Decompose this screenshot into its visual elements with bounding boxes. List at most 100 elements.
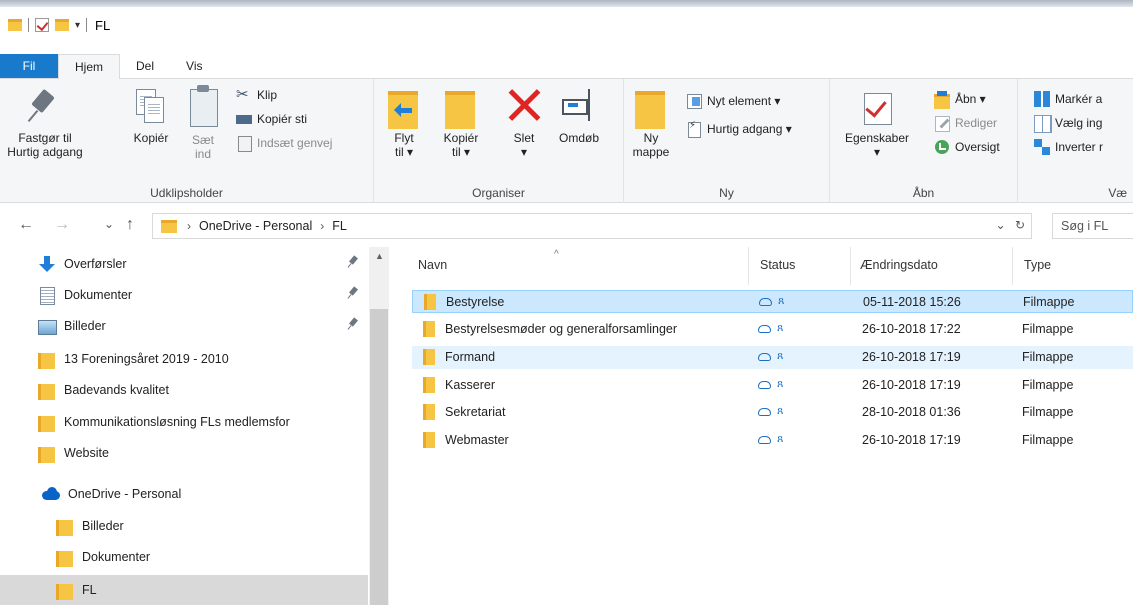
breadcrumb-fl[interactable]: FL xyxy=(332,219,347,233)
nav-item-label: Website xyxy=(64,446,109,460)
refresh-icon[interactable]: ↻ xyxy=(1015,218,1025,232)
new-folder-qat-icon[interactable] xyxy=(55,19,69,31)
column-header-type[interactable]: Type xyxy=(1024,247,1124,285)
scroll-up-icon[interactable]: ▲ xyxy=(375,251,384,261)
tab-home[interactable]: Hjem xyxy=(58,54,121,79)
breadcrumb-separator[interactable]: › xyxy=(320,219,324,233)
folder-icon xyxy=(38,445,56,463)
select-none-icon xyxy=(1034,115,1052,133)
copy-to-button[interactable]: Kopiér til ▾ xyxy=(438,85,484,159)
column-header-date[interactable]: Ændringsdato xyxy=(860,247,1010,285)
new-item-button[interactable]: Nyt element ▾ xyxy=(686,91,780,111)
table-row[interactable]: Sekretariat ጸ 28-10-2018 01:36 Filmappe xyxy=(412,401,1133,424)
nav-item-downloads[interactable]: Overførsler xyxy=(38,251,368,277)
select-all-button[interactable]: Markér a xyxy=(1034,89,1102,109)
nav-item-folder[interactable]: Billeder xyxy=(56,513,386,539)
table-row[interactable]: Kasserer ጸ 26-10-2018 17:19 Filmappe xyxy=(412,374,1133,397)
folder-icon xyxy=(56,582,74,600)
nav-item-folder[interactable]: Dokumenter xyxy=(56,544,386,570)
nav-item-label: Billeder xyxy=(64,319,106,333)
table-row[interactable]: Webmaster ጸ 26-10-2018 17:19 Filmappe xyxy=(412,429,1133,452)
column-divider[interactable] xyxy=(748,247,749,285)
delete-dropdown-icon[interactable]: ▾ xyxy=(504,145,544,159)
nav-item-folder[interactable]: Badevands kvalitet xyxy=(38,377,368,403)
cloud-shared-status-icon: ጸ xyxy=(758,405,792,419)
file-name: Bestyrelsesmøder og generalforsamlinger xyxy=(445,322,678,336)
easy-access-label: Hurtig adgang ▾ xyxy=(707,122,792,136)
pin-to-quick-access-button[interactable]: Fastgør til Hurtig adgang xyxy=(6,85,84,159)
folder-icon xyxy=(423,377,435,393)
select-none-label: Vælg ing xyxy=(1055,116,1103,130)
nav-item-label: Overførsler xyxy=(64,257,127,271)
open-button[interactable]: Åbn ▾ xyxy=(934,89,986,109)
properties-label: Egenskaber xyxy=(844,131,910,145)
history-button[interactable]: Oversigt xyxy=(934,137,1000,157)
nav-item-folder[interactable]: Kommunikationsløsning FLs medlemsfor xyxy=(38,409,368,435)
nav-item-fl[interactable]: FL xyxy=(0,575,368,605)
properties-button[interactable]: Egenskaber ▾ xyxy=(842,85,912,159)
new-folder-icon xyxy=(635,85,667,129)
download-icon xyxy=(38,256,56,272)
address-controls: ⌄ ↻ xyxy=(996,218,1025,232)
edit-button[interactable]: Rediger xyxy=(934,113,997,133)
up-icon[interactable]: ↑ xyxy=(126,216,134,234)
breadcrumb-separator[interactable]: › xyxy=(187,219,191,233)
back-icon[interactable]: ← xyxy=(18,216,34,234)
customize-qat-dropdown-icon[interactable]: ▾ xyxy=(75,20,80,31)
file-date: 05-11-2018 15:26 xyxy=(863,295,961,309)
nav-item-label: Badevands kvalitet xyxy=(64,383,169,397)
rename-button[interactable]: Omdøb xyxy=(554,85,604,145)
recent-locations-icon[interactable]: ⌄ xyxy=(104,217,114,231)
file-date: 26-10-2018 17:19 xyxy=(862,378,961,392)
folder-icon xyxy=(38,351,56,369)
window-title: FL xyxy=(95,17,111,33)
separator xyxy=(28,18,29,32)
copy-path-button[interactable]: Kopiér sti xyxy=(236,109,307,129)
nav-item-documents[interactable]: Dokumenter xyxy=(38,282,368,308)
properties-dropdown-icon[interactable]: ▾ xyxy=(842,145,912,159)
table-row[interactable]: Bestyrelsesmøder og generalforsamlinger … xyxy=(412,318,1133,341)
tab-view[interactable]: Vis xyxy=(170,54,218,78)
table-row[interactable]: Bestyrelse ጸ 05-11-2018 15:26 Filmappe xyxy=(412,290,1133,313)
nav-item-folder[interactable]: 13 Foreningsåret 2019 - 2010 xyxy=(38,346,368,372)
forward-icon[interactable]: → xyxy=(54,216,70,234)
invert-selection-button[interactable]: Inverter r xyxy=(1034,137,1103,157)
nav-item-label: FL xyxy=(82,583,97,597)
nav-item-pictures[interactable]: Billeder xyxy=(38,313,368,339)
pin-icon xyxy=(28,85,62,125)
file-name: Sekretariat xyxy=(445,405,506,419)
new-folder-label-line1: Ny xyxy=(643,131,659,145)
organize-group: Flyt til ▾ Kopiér til ▾ Slet ▾ Omdøb Org… xyxy=(374,79,624,203)
breadcrumb-onedrive[interactable]: OneDrive - Personal xyxy=(199,219,312,233)
file-name: Kasserer xyxy=(445,378,496,392)
clipboard-group-label: Udklipsholder xyxy=(150,186,223,200)
cut-button[interactable]: Klip xyxy=(236,85,277,105)
background-window-strip xyxy=(0,0,1133,7)
paste-shortcut-button[interactable]: Indsæt genvej xyxy=(236,133,332,153)
nav-item-onedrive[interactable]: OneDrive - Personal xyxy=(42,481,372,507)
select-none-button[interactable]: Vælg ing xyxy=(1034,113,1102,133)
new-item-label: Nyt element ▾ xyxy=(707,94,781,108)
column-header-status[interactable]: Status xyxy=(760,247,840,285)
address-bar[interactable]: › OneDrive - Personal › FL ⌄ ↻ xyxy=(152,213,1032,239)
table-row[interactable]: Formand ጸ 26-10-2018 17:19 Filmappe xyxy=(412,346,1133,369)
column-divider[interactable] xyxy=(850,247,851,285)
column-header-name[interactable]: Navn xyxy=(418,247,748,285)
paste-button[interactable]: Sæt ind xyxy=(186,85,220,161)
nav-item-folder[interactable]: Website xyxy=(38,440,368,466)
address-dropdown-icon[interactable]: ⌄ xyxy=(996,218,1006,232)
delete-button[interactable]: Slet ▾ xyxy=(504,85,544,159)
copy-button[interactable]: Kopiér xyxy=(128,85,174,145)
file-date: 28-10-2018 01:36 xyxy=(862,405,961,419)
nav-scrollbar[interactable]: ▲ xyxy=(369,247,389,605)
tab-file[interactable]: Fil xyxy=(0,54,58,78)
search-input[interactable]: Søg i FL xyxy=(1052,213,1133,239)
new-folder-button[interactable]: Ny mappe xyxy=(630,85,672,159)
tab-share[interactable]: Del xyxy=(120,54,170,78)
easy-access-button[interactable]: Hurtig adgang ▾ xyxy=(686,119,792,139)
column-divider[interactable] xyxy=(1012,247,1013,285)
documents-icon xyxy=(38,287,56,305)
move-to-button[interactable]: Flyt til ▾ xyxy=(386,85,422,159)
scrollbar-thumb[interactable] xyxy=(370,309,388,605)
properties-qat-icon[interactable] xyxy=(35,18,49,32)
